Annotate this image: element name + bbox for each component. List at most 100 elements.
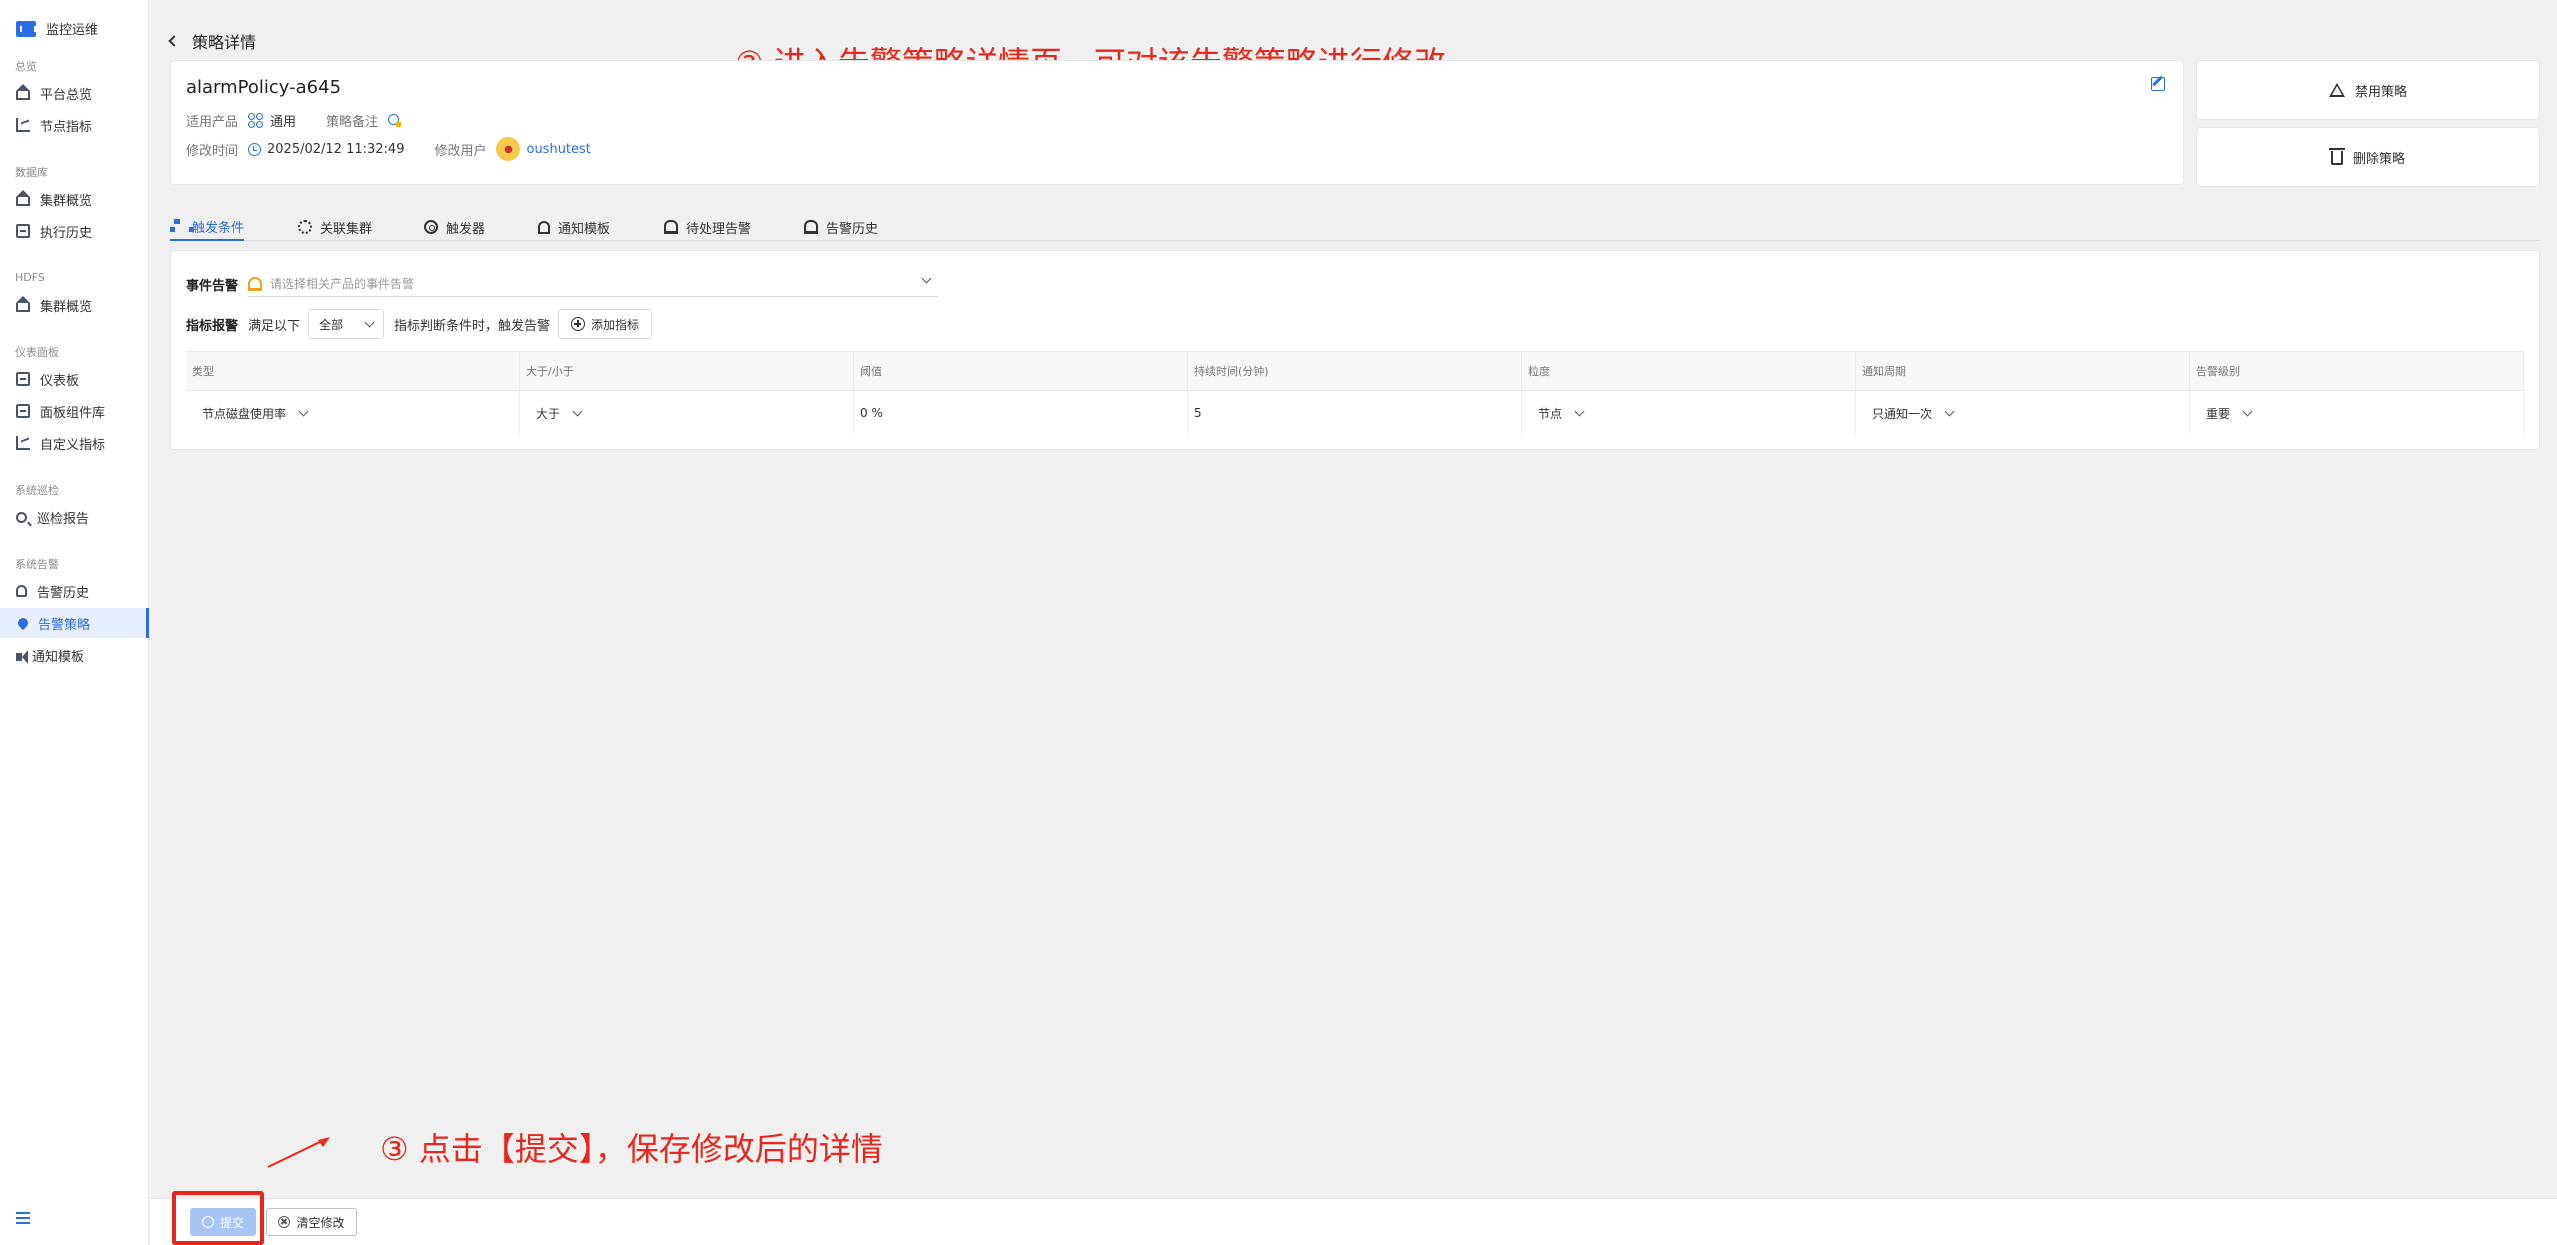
satisfy-select-value: 全部 [319, 317, 344, 332]
meta-row-product: 适用产品 通用 策略备注 [186, 111, 402, 130]
product-grid-icon [248, 112, 264, 129]
sidebar-item-label: 通知模板 [32, 649, 85, 665]
sidebar-item-label: 面板组件库 [40, 405, 106, 421]
hierarchy-icon [170, 219, 194, 233]
sidebar-item-label: 自定义指标 [40, 437, 106, 453]
note-icon[interactable] [388, 113, 402, 128]
cell-period: 只通知一次 [1856, 391, 2190, 435]
menu-collapse-icon[interactable] [16, 1212, 30, 1224]
delete-policy-button[interactable]: 删除策略 [2196, 127, 2540, 187]
chevron-down-icon [298, 406, 309, 416]
sidebar-item-panel-library[interactable]: 面板组件库 [0, 396, 149, 426]
sidebar-item-exec-history[interactable]: 执行历史 [0, 216, 149, 246]
product-value: 通用 [248, 111, 296, 130]
chevron-down-icon [1944, 406, 1955, 416]
period-select[interactable]: 只通知一次 [1862, 405, 1955, 422]
user-link[interactable]: oushutest [526, 142, 590, 157]
alarm-icon [248, 276, 263, 291]
cell-level: 重要 [2190, 391, 2524, 435]
sidebar-item-alert-history[interactable]: 告警历史 [0, 576, 149, 606]
col-header-duration: 持续时间(分钟) [1188, 352, 1522, 390]
col-header-period: 通知周期 [1856, 352, 2190, 390]
add-metric-label: 添加指标 [591, 317, 640, 332]
annotation-highlight-box [172, 1191, 264, 1245]
annotation-step3: ③ 点击【提交】，保存修改后的详情 [380, 1130, 883, 1168]
granularity-select[interactable]: 节点 [1528, 405, 1585, 422]
trigger-text: 指标判断条件时，触发告警 [394, 318, 551, 334]
duration-input[interactable]: 5 [1194, 406, 1202, 420]
compare-select[interactable]: 大于 [526, 405, 583, 422]
tab-triggers[interactable]: 触发器 [424, 213, 485, 241]
siren-icon [804, 220, 818, 234]
brand-label: 监控运维 [46, 23, 99, 38]
search-icon [16, 511, 27, 523]
col-header-granularity: 粒度 [1522, 352, 1856, 390]
user-value: ● oushutest [496, 137, 591, 161]
cell-compare: 大于 [520, 391, 854, 435]
panel-library-icon [16, 404, 30, 418]
footer-bar [150, 1198, 2557, 1245]
sidebar-item-node-metrics[interactable]: 节点指标 [0, 110, 149, 140]
product-value-text: 通用 [270, 115, 297, 130]
sidebar-item-hdfs-cluster-overview[interactable]: 集群概览 [0, 290, 149, 320]
col-header-compare: 大于/小于 [520, 352, 854, 390]
policy-name: alarmPolicy-a645 [186, 77, 342, 98]
sidebar-item-notify-template[interactable]: 通知模板 [0, 640, 149, 670]
cell-type: 节点磁盘使用率 [186, 391, 520, 435]
tab-related-clusters[interactable]: 关联集群 [298, 213, 372, 241]
clear-changes-label: 清空修改 [296, 1215, 345, 1230]
tab-label: 告警历史 [826, 221, 879, 237]
back-arrow-icon[interactable] [168, 35, 180, 47]
meta-row-modified: 修改时间 2025/02/12 11:32:49 修改用户 ● oushutes… [186, 137, 621, 161]
edit-icon[interactable] [2151, 77, 2165, 91]
sidebar-item-alert-policy[interactable]: 告警策略 [0, 608, 149, 638]
sidebar-item-dashboard[interactable]: 仪表板 [0, 364, 149, 394]
sidebar-item-label: 告警策略 [38, 617, 91, 633]
level-select[interactable]: 重要 [2196, 405, 2253, 422]
add-metric-button[interactable]: 添加指标 [558, 309, 653, 339]
satisfy-select[interactable]: 全部 [308, 309, 385, 339]
sidebar-item-custom-metrics[interactable]: 自定义指标 [0, 428, 149, 458]
rule-table: 类型 大于/小于 阈值 持续时间(分钟) 粒度 通知周期 告警级别 节点磁盘使用… [186, 351, 2524, 435]
sidebar-item-label: 平台总览 [40, 87, 93, 103]
speaker-icon [16, 649, 28, 664]
trigger-icon [424, 220, 438, 234]
group-title-hdfs: HDFS [15, 271, 45, 284]
tab-trigger-conditions[interactable]: 触发条件 [170, 213, 245, 241]
detail-tabs: 触发条件 关联集群 触发器 通知模板 待处理告警 告警历史 [170, 207, 2540, 241]
home-icon [16, 296, 30, 312]
sidebar-item-platform-overview[interactable]: 平台总览 [0, 78, 149, 108]
tab-notify-template[interactable]: 通知模板 [538, 213, 610, 241]
note-label: 策略备注 [326, 115, 379, 130]
threshold-input[interactable]: 0 % [860, 406, 883, 420]
annotation-arrow-icon [267, 1137, 330, 1168]
col-header-type: 类型 [186, 352, 520, 390]
home-icon [16, 190, 30, 206]
cell-granularity: 节点 [1522, 391, 1856, 435]
trash-icon [2328, 148, 2345, 165]
history-icon [16, 224, 30, 238]
sidebar-item-inspection-report[interactable]: 巡检报告 [0, 502, 149, 532]
policy-info-card: alarmPolicy-a645 适用产品 通用 策略备注 修改时间 2025/… [170, 60, 2184, 185]
sidebar-item-cluster-overview[interactable]: 集群概览 [0, 184, 149, 214]
type-select[interactable]: 节点磁盘使用率 [192, 405, 309, 422]
tab-label: 关联集群 [320, 221, 373, 237]
clear-changes-button[interactable]: 清空修改 [266, 1208, 357, 1236]
siren-icon [664, 220, 678, 234]
conditions-panel: 事件告警 请选择相关产品的事件告警 指标报警 满足以下 全部 指标判断条件时，触… [170, 250, 2540, 450]
tab-alert-history[interactable]: 告警历史 [804, 213, 878, 241]
close-circle-icon [278, 1216, 291, 1228]
sidebar-item-label: 告警历史 [37, 585, 90, 601]
event-alert-select[interactable]: 请选择相关产品的事件告警 [248, 271, 939, 297]
brand[interactable]: 监控运维 [16, 19, 98, 38]
table-row: 节点磁盘使用率 大于 0 % 5 节点 只通知一次 重要 [186, 391, 2524, 435]
cluster-icon [298, 220, 312, 234]
disable-policy-button[interactable]: 禁用策略 [2196, 60, 2540, 120]
custom-metrics-icon [16, 436, 30, 450]
group-title-dashboard: 仪表面板 [15, 346, 59, 359]
warning-icon [2328, 83, 2345, 97]
tab-pending-alerts[interactable]: 待处理告警 [664, 213, 751, 241]
monitor-logo-icon [16, 20, 36, 37]
page-header: 策略详情 [168, 29, 256, 53]
clock-icon [248, 142, 262, 156]
